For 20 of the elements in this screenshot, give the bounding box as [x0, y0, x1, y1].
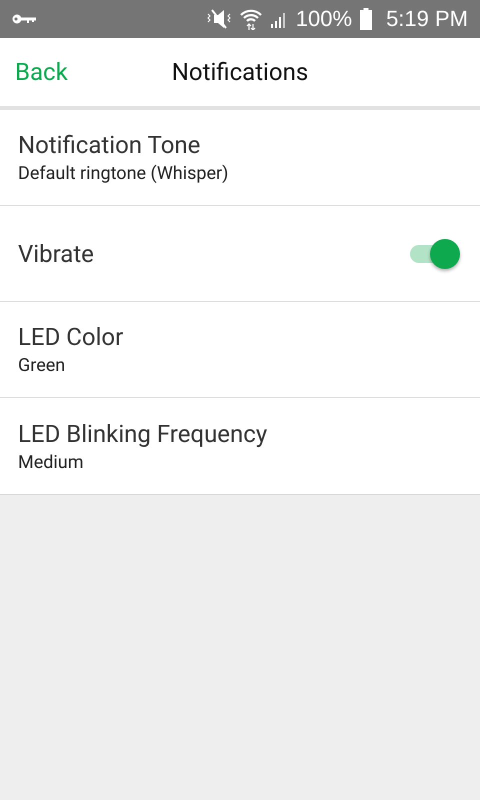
- clock-time: 5:19 PM: [386, 6, 468, 32]
- battery-percentage: 100%: [296, 6, 352, 32]
- setting-row[interactable]: LED Color Green: [0, 302, 480, 398]
- setting-value: Medium: [18, 452, 84, 472]
- signal-icon: [270, 10, 288, 28]
- wifi-icon: [240, 8, 262, 30]
- setting-title: Notification Tone: [18, 131, 202, 159]
- screen-title: Notifications: [172, 58, 308, 86]
- setting-value: Green: [18, 355, 66, 376]
- setting-title: LED Color: [18, 323, 124, 351]
- key-icon: [12, 13, 36, 25]
- mute-icon: [206, 9, 232, 29]
- setting-row[interactable]: LED Blinking Frequency Medium: [0, 398, 480, 494]
- setting-title: Vibrate: [18, 240, 94, 268]
- battery-icon: [360, 8, 372, 30]
- setting-row[interactable]: Vibrate: [0, 206, 480, 302]
- setting-value: Default ringtone (Whisper): [18, 163, 230, 184]
- setting-title: LED Blinking Frequency: [18, 420, 268, 448]
- setting-row[interactable]: Notification Tone Default ringtone (Whisper): [0, 110, 480, 206]
- toggle-switch[interactable]: [410, 238, 462, 268]
